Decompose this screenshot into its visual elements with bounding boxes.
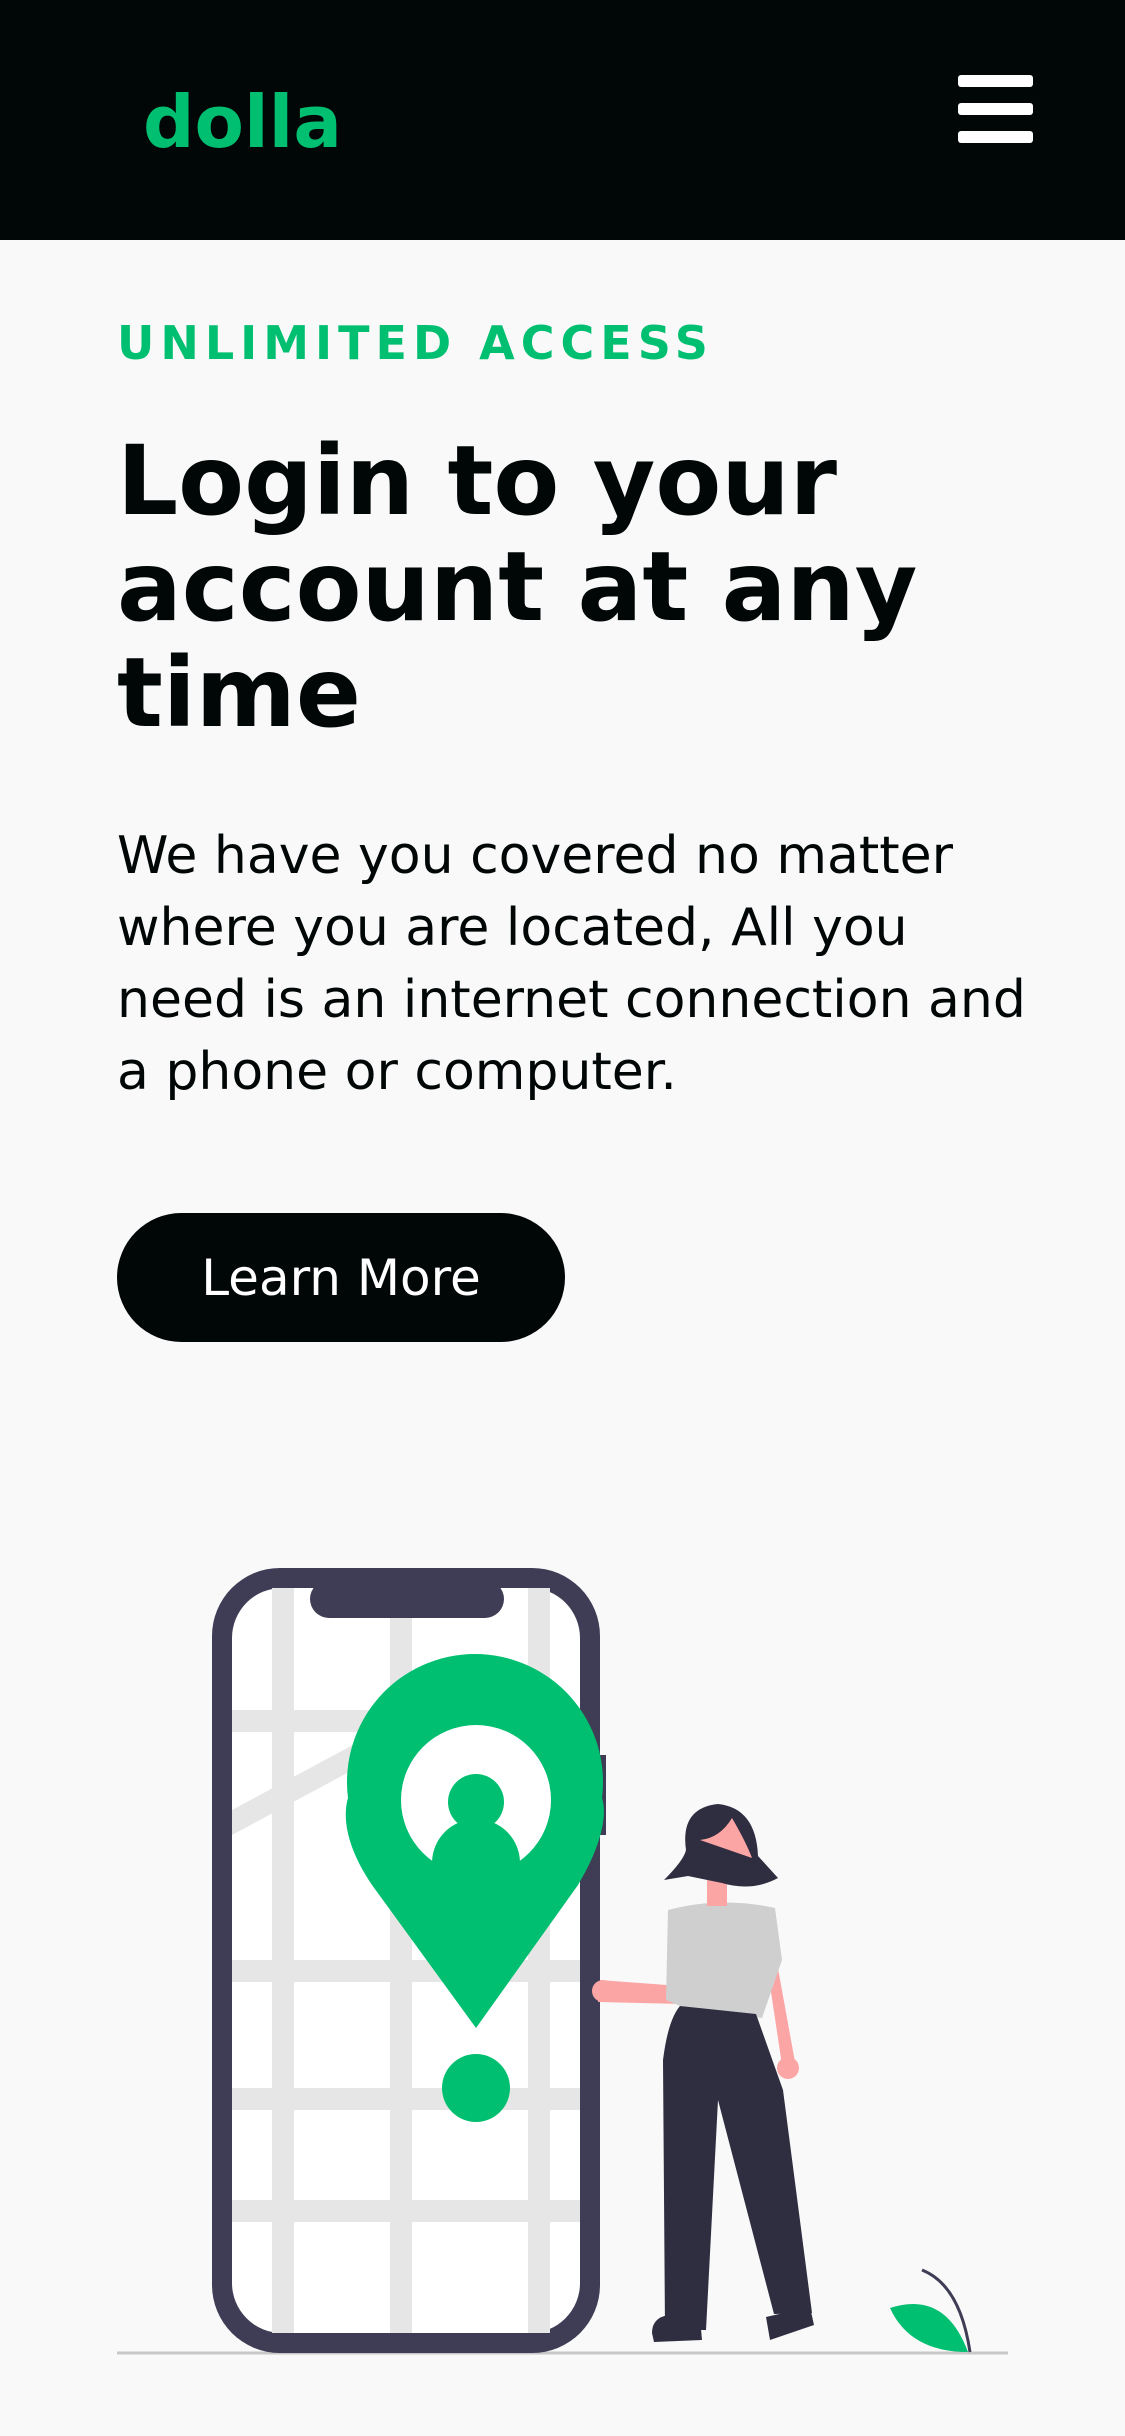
logo-link[interactable]: dolla bbox=[143, 72, 342, 172]
topline: UNLIMITED ACCESS bbox=[117, 316, 714, 370]
learn-more-button[interactable]: Learn More bbox=[117, 1213, 565, 1342]
hamburger-menu-icon[interactable] bbox=[948, 68, 1034, 148]
menu-bar-middle bbox=[958, 103, 1033, 115]
hero-subtitle: We have you covered no matter where you … bbox=[117, 826, 1026, 1102]
menu-bar-bottom bbox=[958, 131, 1033, 143]
woman-figure bbox=[592, 1804, 814, 2342]
menu-bar-top bbox=[958, 75, 1033, 87]
woman-with-phone-map-location-illustration bbox=[117, 1568, 1008, 2355]
leaf-icon bbox=[890, 2268, 972, 2353]
navbar: dolla bbox=[0, 0, 1125, 240]
hero-heading: Login to your account at any time bbox=[117, 425, 918, 749]
